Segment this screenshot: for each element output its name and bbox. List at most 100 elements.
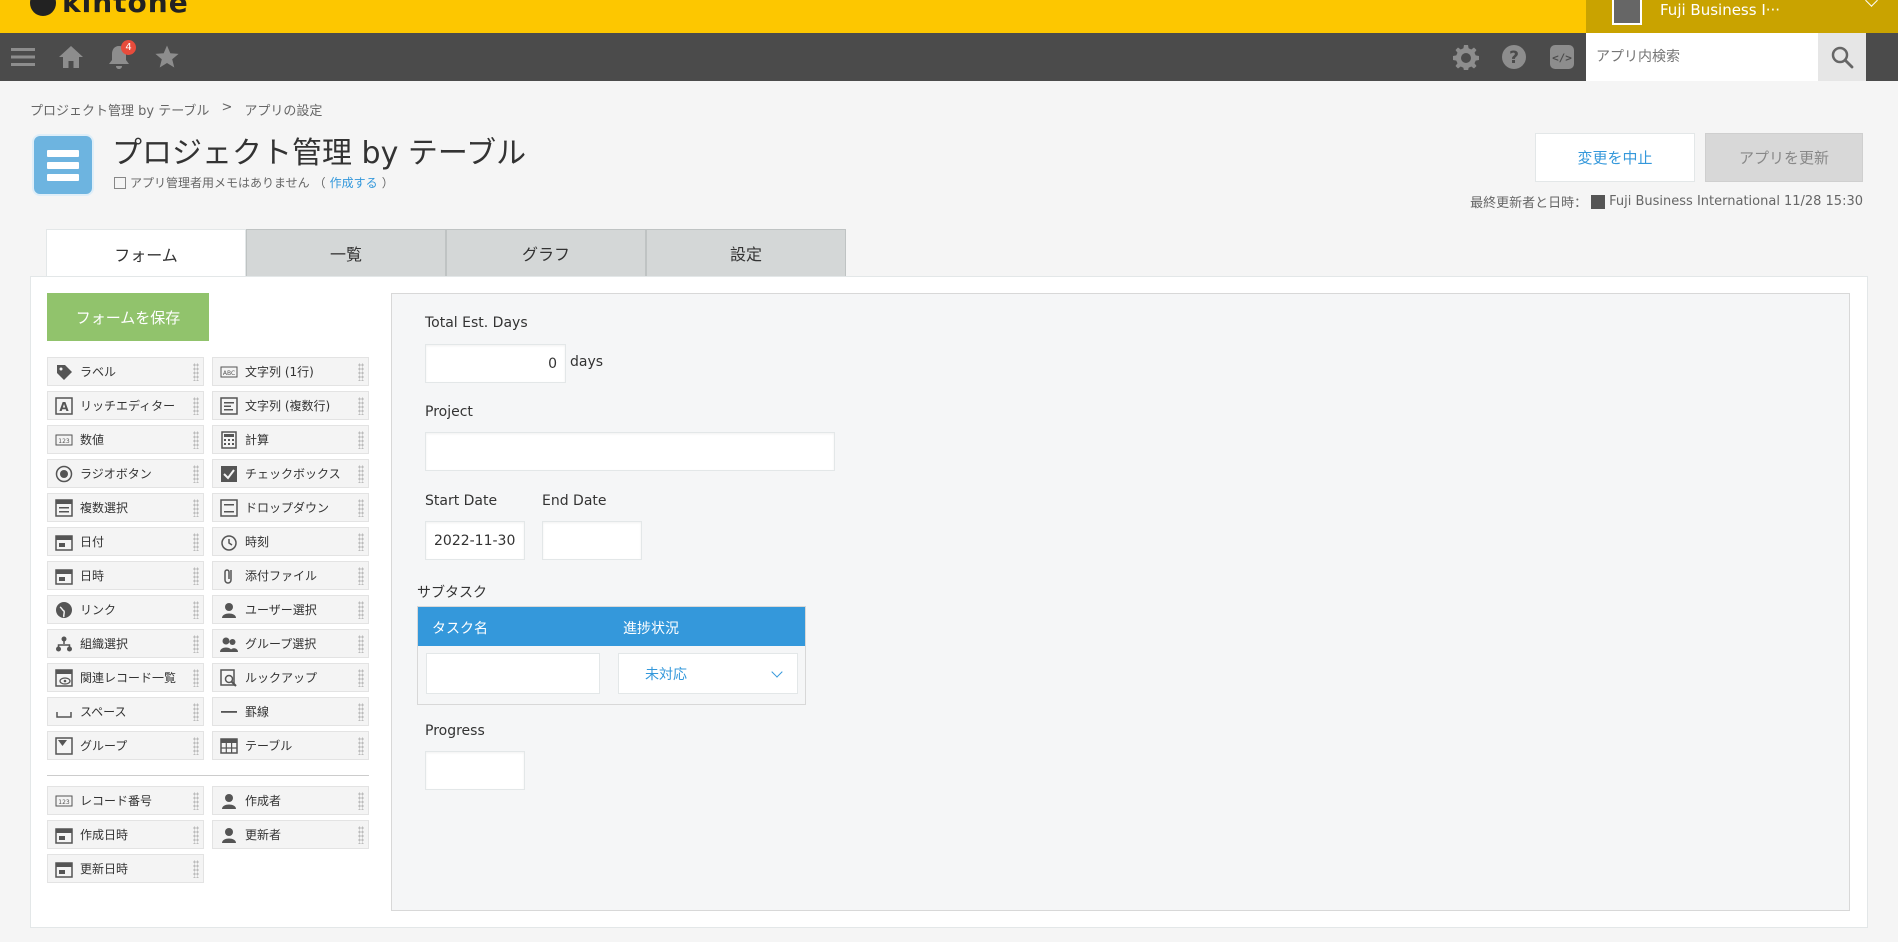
form-layout-canvas[interactable] [391, 293, 1850, 911]
palette-item[interactable]: 文字列 (複数行) [212, 391, 369, 420]
drag-handle-icon[interactable] [358, 826, 364, 844]
palette-item[interactable]: チェックボックス [212, 459, 369, 488]
task-name-input[interactable] [426, 653, 600, 694]
palette-item[interactable]: 複数選択 [47, 493, 204, 522]
start-date-field[interactable]: 2022-11-30 [425, 521, 525, 560]
cancel-changes-button[interactable]: 変更を中止 [1535, 133, 1695, 182]
end-date-label: End Date [542, 493, 607, 509]
drag-handle-icon[interactable] [193, 499, 199, 517]
palette-item[interactable]: ユーザー選択 [212, 595, 369, 624]
palette-item[interactable]: 日付 [47, 527, 204, 556]
create-memo-link[interactable]: 作成する [330, 174, 378, 191]
last-updated-user[interactable]: Fuji Business International [1609, 194, 1780, 209]
menu-icon[interactable] [9, 43, 37, 71]
drag-handle-icon[interactable] [193, 669, 199, 687]
drag-handle-icon[interactable] [193, 792, 199, 810]
palette-item[interactable]: スペース [47, 697, 204, 726]
drag-handle-icon[interactable] [358, 397, 364, 415]
palette-item[interactable]: ラジオボタン [47, 459, 204, 488]
progress-field[interactable] [425, 751, 525, 790]
palette-item[interactable]: ルックアップ [212, 663, 369, 692]
palette-item-label: 日付 [80, 535, 105, 549]
total-days-field[interactable]: 0 [425, 344, 566, 383]
app-search-input[interactable] [1586, 33, 1818, 81]
palette-item[interactable]: 組織選択 [47, 629, 204, 658]
palette-item[interactable]: 123 レコード番号 [47, 786, 204, 815]
drag-handle-icon[interactable] [358, 499, 364, 517]
drag-handle-icon[interactable] [358, 601, 364, 619]
drag-handle-icon[interactable] [358, 635, 364, 653]
drag-handle-icon[interactable] [193, 397, 199, 415]
notification-bell-icon[interactable]: 4 [105, 40, 136, 71]
palette-item[interactable]: ABC 文字列 (1行) [212, 357, 369, 386]
save-form-button[interactable]: フォームを保存 [47, 293, 209, 341]
drag-handle-icon[interactable] [193, 737, 199, 755]
drag-handle-icon[interactable] [358, 533, 364, 551]
user-menu[interactable]: Fuji Business I··· [1586, 0, 1898, 33]
palette-item[interactable]: 時刻 [212, 527, 369, 556]
palette-item[interactable]: グループ [47, 731, 204, 760]
drag-handle-icon[interactable] [193, 533, 199, 551]
drag-handle-icon[interactable] [358, 737, 364, 755]
tab-form[interactable]: フォーム [46, 229, 246, 277]
drag-handle-icon[interactable] [193, 431, 199, 449]
drag-handle-icon[interactable] [193, 567, 199, 585]
svg-text:</>: </> [1552, 52, 1572, 65]
subtask-table[interactable]: タスク名 進捗状況 未対応 [417, 606, 806, 705]
palette-item[interactable]: リンク [47, 595, 204, 624]
update-app-button[interactable]: アプリを更新 [1705, 133, 1863, 182]
kintone-logo[interactable]: kintone [30, 0, 189, 19]
palette-item[interactable]: ラベル [47, 357, 204, 386]
time-icon [219, 533, 239, 551]
palette-item-label: 文字列 (複数行) [245, 399, 331, 413]
help-icon[interactable]: ? [1500, 43, 1528, 71]
palette-item[interactable]: グループ選択 [212, 629, 369, 658]
end-date-field[interactable] [542, 521, 642, 560]
col-task-name: タスク名 [432, 621, 488, 637]
palette-item-label: 組織選択 [80, 637, 129, 651]
gear-settings-icon[interactable] [1452, 43, 1480, 71]
palette-item[interactable]: 更新者 [212, 820, 369, 849]
tab-settings[interactable]: 設定 [646, 229, 846, 276]
tab-graph[interactable]: グラフ [446, 229, 646, 276]
palette-item[interactable]: 罫線 [212, 697, 369, 726]
drag-handle-icon[interactable] [358, 431, 364, 449]
memo-edit-icon [114, 176, 126, 189]
drag-handle-icon[interactable] [193, 860, 199, 878]
tab-list[interactable]: 一覧 [246, 229, 446, 276]
status-dropdown[interactable]: 未対応 [618, 653, 798, 694]
drag-handle-icon[interactable] [358, 363, 364, 381]
number-icon: 123 [54, 431, 74, 449]
palette-item[interactable]: テーブル [212, 731, 369, 760]
checkbox-icon [219, 465, 239, 483]
project-field[interactable] [425, 432, 835, 471]
breadcrumb-app-link[interactable]: プロジェクト管理 by テーブル [30, 100, 209, 119]
search-button[interactable] [1818, 33, 1866, 81]
palette-item[interactable]: ドロップダウン [212, 493, 369, 522]
drag-handle-icon[interactable] [193, 635, 199, 653]
drag-handle-icon[interactable] [358, 465, 364, 483]
drag-handle-icon[interactable] [358, 669, 364, 687]
drag-handle-icon[interactable] [193, 703, 199, 721]
palette-item[interactable]: 日時 [47, 561, 204, 590]
drag-handle-icon[interactable] [358, 792, 364, 810]
code-customize-icon[interactable]: </> [1548, 43, 1576, 71]
palette-item[interactable]: 作成者 [212, 786, 369, 815]
palette-item-label: グループ選択 [245, 637, 317, 651]
drag-handle-icon[interactable] [193, 826, 199, 844]
palette-item[interactable]: 関連レコード一覧 [47, 663, 204, 692]
drag-handle-icon[interactable] [193, 363, 199, 381]
star-favorites-icon[interactable] [153, 43, 181, 71]
drag-handle-icon[interactable] [358, 703, 364, 721]
drag-handle-icon[interactable] [193, 465, 199, 483]
breadcrumb-separator: > [221, 100, 233, 115]
drag-handle-icon[interactable] [193, 601, 199, 619]
palette-item[interactable]: 123 数値 [47, 425, 204, 454]
palette-item[interactable]: 計算 [212, 425, 369, 454]
palette-item[interactable]: 更新日時 [47, 854, 204, 883]
palette-item[interactable]: A リッチエディター [47, 391, 204, 420]
drag-handle-icon[interactable] [358, 567, 364, 585]
palette-item[interactable]: 作成日時 [47, 820, 204, 849]
home-icon[interactable] [57, 43, 85, 71]
palette-item[interactable]: 添付ファイル [212, 561, 369, 590]
